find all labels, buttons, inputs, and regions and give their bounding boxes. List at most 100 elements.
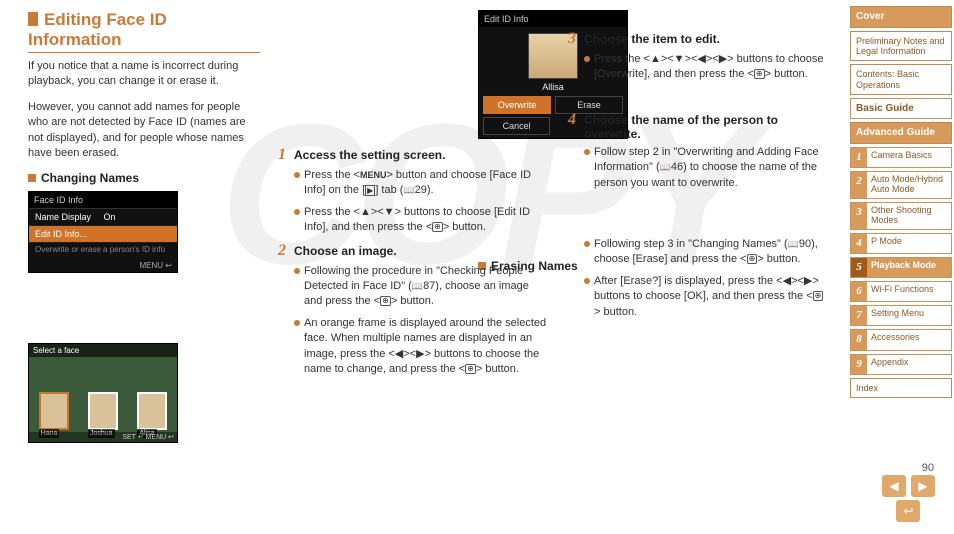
sidebar-chapter-5[interactable]: 5Playback Mode [850, 257, 952, 278]
t: 29). [415, 184, 434, 196]
column-1: Editing Face ID Information If you notic… [28, 10, 278, 524]
step-1-name: Access the setting screen. [294, 148, 445, 162]
thumb3-btn-cancel: Cancel [483, 117, 550, 135]
sidebar-nav: Cover Preliminary Notes and Legal Inform… [850, 0, 954, 534]
step-4-bullet-1: Follow step 2 in "Overwriting and Adding… [584, 145, 828, 191]
t: > button. [757, 253, 800, 265]
section-changing-names: Changing Names [28, 171, 260, 185]
thumb1-row-name-display: Name Display On [29, 209, 177, 226]
chapter-title: Other Shooting Modes [867, 203, 951, 229]
camera-ui-select-face: Select a face Hana Joshua Alisa SET ↵ ME… [28, 343, 178, 443]
step-2-num: 2 [278, 242, 294, 260]
t: After [Erase?] is displayed, press the <… [594, 275, 819, 302]
func-set-icon: ⊕ [747, 254, 758, 264]
intro-paragraph-1: If you notice that a name is incorrect d… [28, 59, 260, 90]
sidebar-preliminary[interactable]: Preliminary Notes and Legal Information [850, 31, 952, 62]
chapter-title: Wi-Fi Functions [867, 282, 951, 301]
step-1-num: 1 [278, 146, 294, 164]
sidebar-chapter-9[interactable]: 9Appendix [850, 354, 952, 375]
func-set-icon: ⊕ [380, 296, 391, 306]
step-2-name: Choose an image. [294, 244, 397, 258]
chapter-num: 1 [851, 148, 867, 167]
step-1-bullet-2: Press the <▲><▼> buttons to choose [Edit… [294, 205, 550, 236]
t: > button. [476, 363, 519, 375]
book-icon: 📖 [660, 161, 671, 174]
step-4-name: Choose the name of the person to overwri… [584, 113, 828, 141]
chapter-num: 8 [851, 330, 867, 349]
thumb1-desc: Overwrite or erase a person's ID info [29, 243, 177, 259]
t: > button. [765, 68, 808, 80]
nav-prev-button[interactable]: ◀ [882, 475, 906, 497]
chapter-num: 2 [851, 172, 867, 198]
t: Following step 3 in "Changing Names" ( [594, 238, 788, 250]
step-1-title: 1 Access the setting screen. [278, 146, 550, 164]
chapter-title: Auto Mode/Hybrid Auto Mode [867, 172, 951, 198]
step-2-bullet-2: An orange frame is displayed around the … [294, 316, 550, 378]
step-1-bullet-1: Press the <MENU> button and choose [Face… [294, 168, 550, 199]
column-3: Edit ID Info Allisa Overwrite Erase Canc… [568, 10, 838, 524]
book-icon: 📖 [403, 184, 414, 197]
face-1: Hana [39, 392, 69, 430]
camera-ui-face-id-info: Face ID Info Name Display On Edit ID Inf… [28, 191, 178, 273]
thumb1-footer: MENU ↩ [29, 259, 177, 272]
thumb2-header: Select a face [29, 344, 177, 357]
menu-button-label: MENU [360, 170, 387, 180]
bottom-nav: ◀ ▶ ↩ [881, 475, 936, 522]
erase-bullet-1: Following step 3 in "Changing Names" (📖9… [584, 237, 828, 268]
t: > button. [594, 306, 637, 318]
chapter-title: Camera Basics [867, 148, 951, 167]
func-set-icon: ⊕ [465, 364, 476, 374]
erase-bullet-2: After [Erase?] is displayed, press the <… [584, 274, 828, 320]
step-3-bullet-1: Press the <▲><▼><◀><▶> buttons to choose… [584, 52, 828, 83]
thumb1-name-display-label: Name Display [35, 212, 91, 222]
func-set-icon: ⊕ [813, 291, 824, 301]
chapter-title: Appendix [867, 355, 951, 374]
sidebar-chapter-3[interactable]: 3Other Shooting Modes [850, 202, 952, 230]
page-number: 90 [922, 462, 934, 474]
chapter-title: Setting Menu [867, 306, 951, 325]
chapter-title: P Mode [867, 234, 951, 253]
thumb3-btn-overwrite: Overwrite [483, 96, 551, 114]
playback-tab-icon: ▶ [365, 185, 375, 196]
t: > button. [391, 295, 434, 307]
nav-return-button[interactable]: ↩ [896, 500, 920, 522]
page-title: Editing Face ID Information [28, 10, 260, 53]
step-3-name: Choose the item to edit. [584, 32, 720, 46]
sidebar-chapter-1[interactable]: 1Camera Basics [850, 147, 952, 168]
sidebar-chapters: 1Camera Basics2Auto Mode/Hybrid Auto Mod… [850, 147, 952, 375]
func-set-icon: ⊕ [754, 69, 765, 79]
face-2: Joshua [88, 392, 118, 430]
sidebar-basic-guide[interactable]: Basic Guide [850, 98, 952, 120]
thumb2-footer: SET ↵ MENU ↩ [29, 432, 177, 442]
chapter-title: Playback Mode [867, 258, 951, 277]
sidebar-contents[interactable]: Contents: Basic Operations [850, 64, 952, 95]
face-3: Alisa [137, 392, 167, 430]
sidebar-chapter-6[interactable]: 6Wi-Fi Functions [850, 281, 952, 302]
step-3-num: 3 [568, 30, 584, 48]
chapter-num: 9 [851, 355, 867, 374]
sidebar-advanced-guide[interactable]: Advanced Guide [850, 122, 952, 144]
sidebar-cover[interactable]: Cover [850, 6, 952, 28]
step-2-bullet-1: Following the procedure in "Checking Peo… [294, 264, 550, 310]
sidebar-chapter-7[interactable]: 7Setting Menu [850, 305, 952, 326]
step-2-title: 2 Choose an image. [278, 242, 550, 260]
book-icon: 📖 [412, 280, 423, 293]
step-4-title: 4 Choose the name of the person to overw… [568, 111, 828, 141]
step-3-title: 3 Choose the item to edit. [568, 30, 828, 48]
intro-paragraph-2: However, you cannot add names for people… [28, 100, 260, 162]
sidebar-chapter-4[interactable]: 4P Mode [850, 233, 952, 254]
sidebar-chapter-2[interactable]: 2Auto Mode/Hybrid Auto Mode [850, 171, 952, 199]
t: Press the <▲><▼> buttons to choose [Edit… [304, 206, 530, 233]
chapter-num: 4 [851, 234, 867, 253]
chapter-num: 5 [851, 258, 867, 277]
sidebar-index[interactable]: Index [850, 378, 952, 398]
sidebar-chapter-8[interactable]: 8Accessories [850, 329, 952, 350]
nav-next-button[interactable]: ▶ [911, 475, 935, 497]
chapter-title: Accessories [867, 330, 951, 349]
func-set-icon: ⊕ [432, 222, 443, 232]
chapter-num: 6 [851, 282, 867, 301]
chapter-num: 7 [851, 306, 867, 325]
step-4-num: 4 [568, 111, 584, 129]
t: ] tab ( [375, 184, 403, 196]
t: Press the < [304, 169, 360, 181]
